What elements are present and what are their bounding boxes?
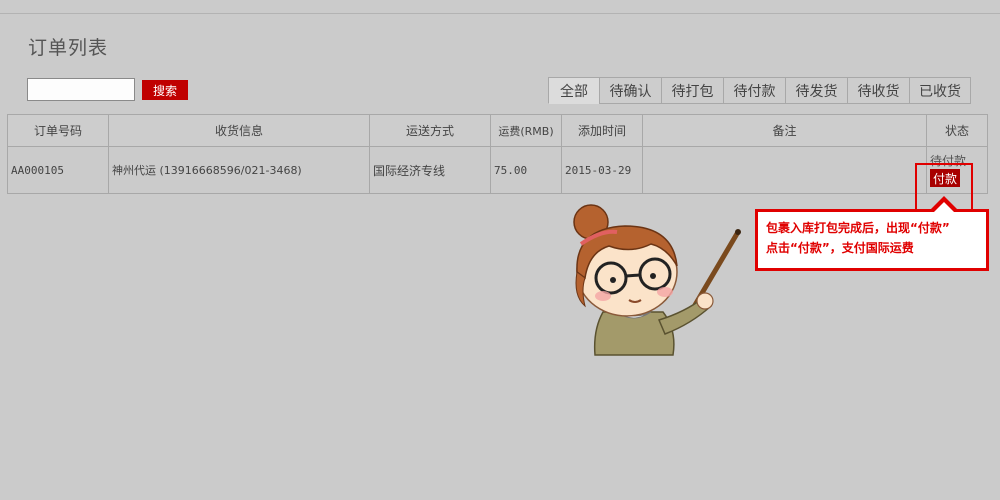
page-title: 订单列表 bbox=[28, 37, 109, 59]
tab-all[interactable]: 全部 bbox=[548, 77, 600, 104]
header-receiver: 收货信息 bbox=[108, 114, 370, 147]
order-number-link[interactable]: AA000105 bbox=[7, 146, 109, 194]
shipping-method: 国际经济专线 bbox=[369, 146, 491, 194]
added-date: 2015-03-29 bbox=[561, 146, 643, 194]
header-order-no: 订单号码 bbox=[7, 114, 109, 147]
status-tabs: 全部 待确认 待打包 待付款 待发货 待收货 已收货 bbox=[548, 77, 971, 104]
tab-pending-payment[interactable]: 待付款 bbox=[723, 77, 786, 104]
tab-pending-pack[interactable]: 待打包 bbox=[661, 77, 724, 104]
callout-line-1: 包裹入库打包完成后，出现“付款” bbox=[766, 221, 950, 235]
header-fee: 运费(RMB) bbox=[490, 114, 562, 147]
tab-pending-confirm[interactable]: 待确认 bbox=[599, 77, 662, 104]
tab-pending-ship[interactable]: 待发货 bbox=[785, 77, 848, 104]
header-status: 状态 bbox=[926, 114, 988, 147]
search-button[interactable]: 搜索 bbox=[142, 80, 188, 100]
shipping-fee: 75.00 bbox=[490, 146, 562, 194]
callout-pointer-inner bbox=[934, 202, 954, 212]
header-remark: 备注 bbox=[642, 114, 927, 147]
header-date: 添加时间 bbox=[561, 114, 643, 147]
tab-pending-receive[interactable]: 待收货 bbox=[847, 77, 910, 104]
receiver-info: 神州代运 (13916668596/021-3468) bbox=[108, 146, 370, 194]
callout-tip: 包裹入库打包完成后，出现“付款” 点击“付款”，支付国际运费 bbox=[755, 209, 989, 271]
header-shipping: 运送方式 bbox=[369, 114, 491, 147]
orders-table: 订单号码 收货信息 运送方式 运费(RMB) 添加时间 备注 状态 AA0001… bbox=[7, 114, 988, 194]
top-divider bbox=[0, 13, 1000, 14]
callout-line-2: 点击“付款”，支付国际运费 bbox=[766, 241, 914, 255]
search-input[interactable] bbox=[27, 78, 135, 101]
mascot-illustration bbox=[573, 204, 741, 356]
tab-received[interactable]: 已收货 bbox=[909, 77, 971, 104]
table-header-row: 订单号码 收货信息 运送方式 运费(RMB) 添加时间 备注 状态 bbox=[7, 114, 988, 147]
table-row: AA000105 神州代运 (13916668596/021-3468) 国际经… bbox=[7, 146, 988, 194]
remark-cell bbox=[642, 146, 927, 194]
